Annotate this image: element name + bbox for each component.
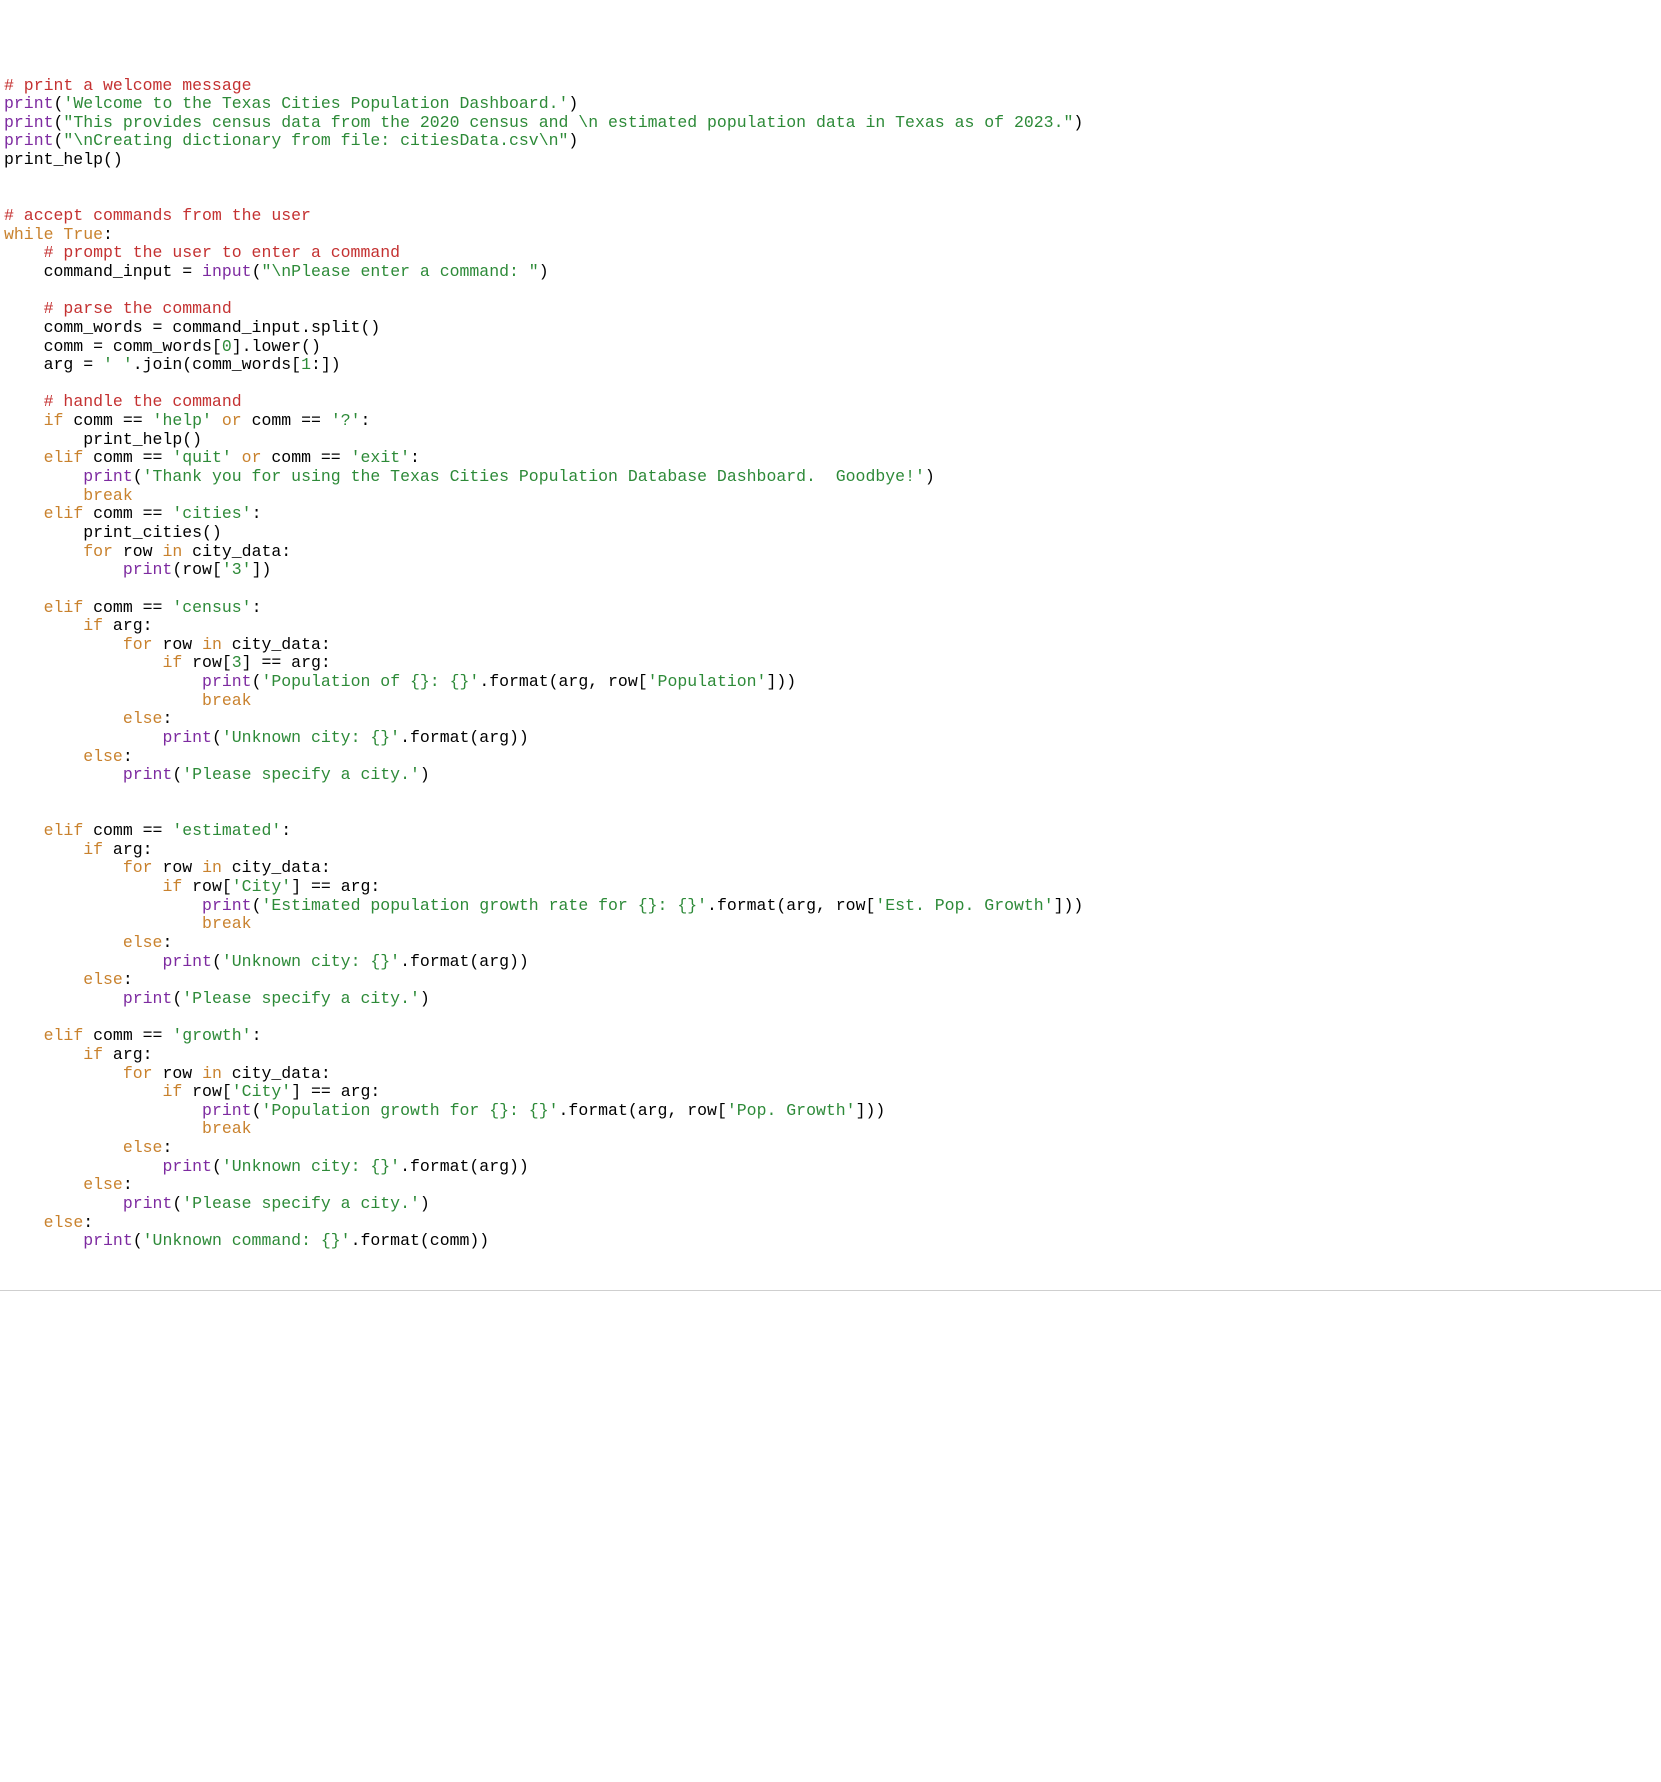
code-block: # print a welcome message print('Welcome… xyxy=(0,75,1661,1259)
code-content: # print a welcome message print('Welcome… xyxy=(4,76,1083,1251)
divider xyxy=(0,1290,1661,1291)
blank-space xyxy=(0,1309,1661,1689)
